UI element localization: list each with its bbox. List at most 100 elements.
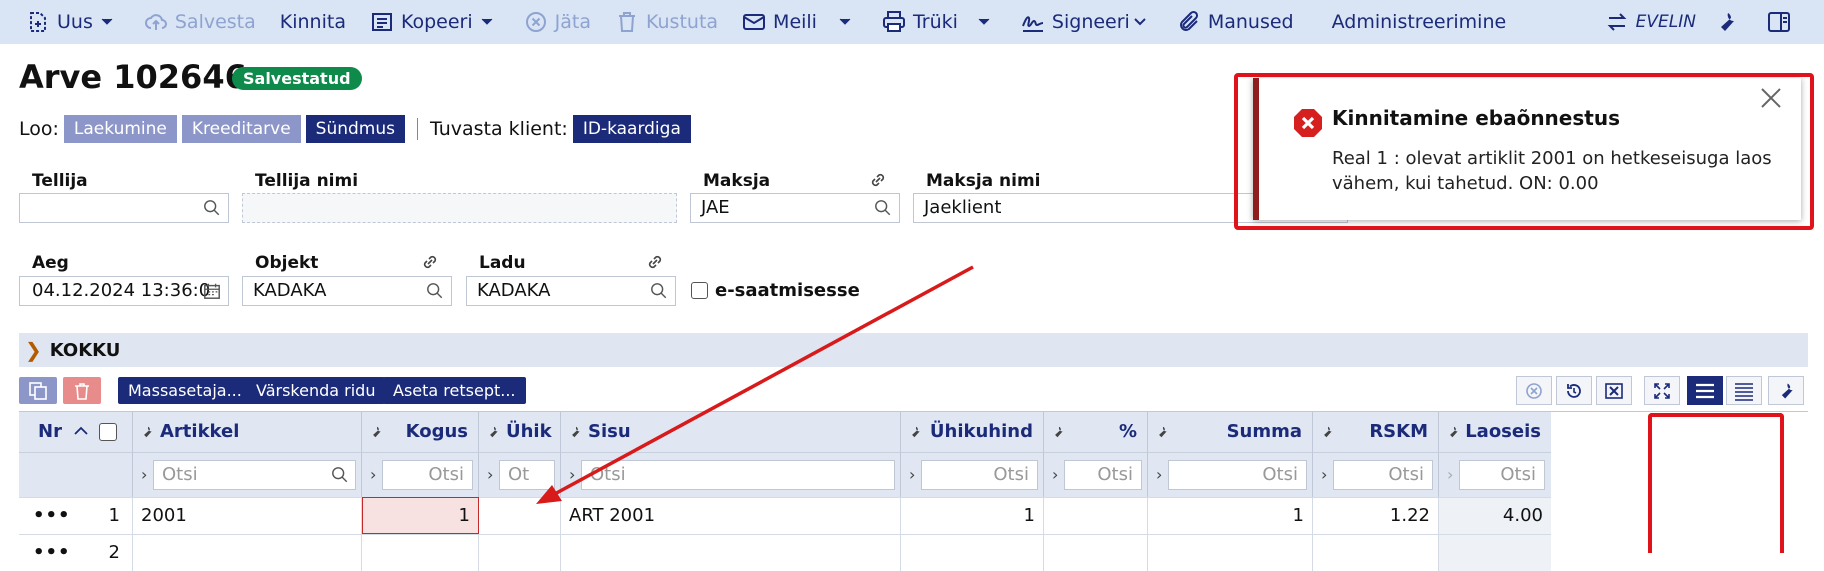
column-header-sisu[interactable]: Sisu <box>561 412 901 452</box>
filter-input-rskm[interactable]: Otsi <box>1333 460 1433 490</box>
delete-rows-button[interactable] <box>63 377 101 404</box>
switch-button[interactable]: EVELIN <box>1593 0 1708 44</box>
chevron-right-icon[interactable]: › <box>1321 465 1327 484</box>
filter-input-percent[interactable]: Otsi <box>1064 460 1142 490</box>
wrench-icon[interactable] <box>486 425 500 439</box>
insert-recipe-button[interactable]: Aseta retsept... <box>383 377 526 404</box>
compact-view-button[interactable] <box>1687 376 1723 405</box>
wrench-icon[interactable] <box>568 425 582 439</box>
row-cell-rskm[interactable]: 1.22 <box>1313 497 1439 534</box>
warehouse-value: KADAKA <box>477 280 551 301</box>
object-input[interactable]: KADAKA <box>242 276 452 306</box>
chevron-right-icon[interactable]: › <box>909 465 915 484</box>
column-header-artikkel[interactable]: Artikkel <box>133 412 362 452</box>
column-header-uhik[interactable]: Ühik <box>479 412 561 452</box>
filter-input-summa[interactable]: Otsi <box>1168 460 1307 490</box>
select-all-checkbox[interactable] <box>99 423 117 441</box>
filter-input-kogus[interactable]: Otsi <box>382 460 473 490</box>
warehouse-input[interactable]: KADAKA <box>466 276 676 306</box>
column-header-kogus[interactable]: Kogus <box>362 412 479 452</box>
chevron-right-icon[interactable]: › <box>1447 465 1453 484</box>
refresh-rows-button[interactable]: Värskenda ridu <box>246 377 386 404</box>
chevron-right-icon[interactable]: › <box>1052 465 1058 484</box>
customer-input[interactable] <box>19 193 229 223</box>
column-header-rskm[interactable]: RSKM <box>1313 412 1439 452</box>
chevron-right-icon[interactable]: › <box>1156 465 1162 484</box>
wrench-icon[interactable] <box>908 425 922 439</box>
row-cell-artikkel[interactable]: 2001 <box>133 497 362 534</box>
chevron-right-icon[interactable]: › <box>487 465 493 484</box>
save-button[interactable]: Salvesta <box>132 0 268 44</box>
filter-input-artikkel[interactable]: Otsi <box>153 460 356 490</box>
search-icon[interactable] <box>331 466 349 484</box>
totals-section-toggle[interactable]: ❯ KOKKU <box>19 333 1808 367</box>
filter-input-uhik[interactable]: Ot <box>499 460 555 490</box>
row-cell-uhik[interactable] <box>479 497 561 534</box>
wrench-icon[interactable] <box>1320 425 1334 439</box>
create-credit-invoice-button[interactable]: Kreeditarve <box>181 115 301 143</box>
export-excel-button[interactable] <box>1596 376 1632 405</box>
new-button-label: Uus <box>57 11 93 33</box>
copy-rows-button[interactable] <box>19 377 57 404</box>
grid-settings-button[interactable] <box>1768 376 1804 405</box>
admin-button[interactable]: Administreerimine <box>1306 0 1519 44</box>
clear-filter-button[interactable] <box>1516 376 1552 405</box>
link-icon[interactable] <box>420 252 440 272</box>
panel-toggle-button[interactable] <box>1751 0 1824 44</box>
chevron-right-icon[interactable]: › <box>569 465 575 484</box>
wrench-icon[interactable] <box>1051 425 1065 439</box>
expand-button[interactable] <box>1644 376 1680 405</box>
search-icon[interactable] <box>650 282 668 300</box>
payer-name-value: Jaeklient <box>924 197 1002 218</box>
sort-up-icon[interactable] <box>74 426 88 436</box>
row-cell-uhikuhind[interactable]: 1 <box>901 497 1044 534</box>
print-button[interactable]: Trüki <box>870 0 1009 44</box>
filter-input-laoseis[interactable]: Otsi <box>1459 460 1545 490</box>
row-menu-icon[interactable]: ••• <box>33 535 71 571</box>
filter-cell-summa: › Otsi <box>1148 452 1313 497</box>
wrench-icon[interactable] <box>140 425 154 439</box>
column-header-summa[interactable]: Summa <box>1148 412 1313 452</box>
attachments-button[interactable]: Manused <box>1165 0 1306 44</box>
column-header-uhikuhind[interactable]: Ühikuhind <box>901 412 1044 452</box>
settings-wrench-button[interactable] <box>1708 0 1751 44</box>
id-card-button[interactable]: ID-kaardiga <box>572 115 691 143</box>
create-payment-button[interactable]: Laekumine <box>63 115 177 143</box>
discard-button[interactable]: Jäta <box>512 0 603 44</box>
create-event-button[interactable]: Sündmus <box>305 115 405 143</box>
row-menu-icon[interactable]: ••• <box>33 498 71 534</box>
copy-button[interactable]: Kopeeri <box>358 0 512 44</box>
link-icon[interactable] <box>868 170 888 190</box>
wrench-icon[interactable] <box>1155 425 1169 439</box>
column-header-laoseis[interactable]: Laoseis <box>1439 412 1551 452</box>
reset-button[interactable] <box>1556 376 1592 405</box>
chevron-right-icon[interactable]: › <box>370 465 376 484</box>
row-cell-kogus[interactable]: 1 <box>362 497 479 534</box>
column-header-percent[interactable]: % <box>1044 412 1148 452</box>
search-icon[interactable] <box>203 199 221 217</box>
search-icon[interactable] <box>426 282 444 300</box>
new-button[interactable]: Uus <box>0 0 132 44</box>
wrench-icon[interactable] <box>369 425 383 439</box>
payer-input[interactable]: JAE <box>690 193 900 223</box>
confirm-button[interactable]: Kinnita <box>268 0 358 44</box>
e-sending-checkbox[interactable] <box>691 282 708 299</box>
calendar-icon[interactable] <box>203 282 221 300</box>
date-input[interactable]: 04.12.2024 13:36:0 <box>19 276 229 306</box>
row-cell-percent[interactable] <box>1044 497 1148 534</box>
email-button[interactable]: Meili <box>730 0 870 44</box>
delete-button[interactable]: Kustuta <box>603 0 730 44</box>
filter-input-sisu[interactable]: Otsi <box>581 460 895 490</box>
sign-button[interactable]: Signeeri <box>1009 0 1165 44</box>
filter-input-uhikuhind[interactable]: Otsi <box>921 460 1038 490</box>
chevron-right-icon[interactable]: › <box>141 465 147 484</box>
user-name: EVELIN <box>1635 12 1696 32</box>
mass-setter-button[interactable]: Massasetaja... <box>118 377 252 404</box>
search-icon[interactable] <box>874 199 892 217</box>
row-cell-sisu[interactable]: ART 2001 <box>561 497 901 534</box>
column-header-nr[interactable]: Nr <box>19 412 133 452</box>
wrench-icon[interactable] <box>1446 425 1460 439</box>
detail-view-button[interactable] <box>1726 376 1762 405</box>
link-icon[interactable] <box>645 252 665 272</box>
row-cell-summa[interactable]: 1 <box>1148 497 1313 534</box>
